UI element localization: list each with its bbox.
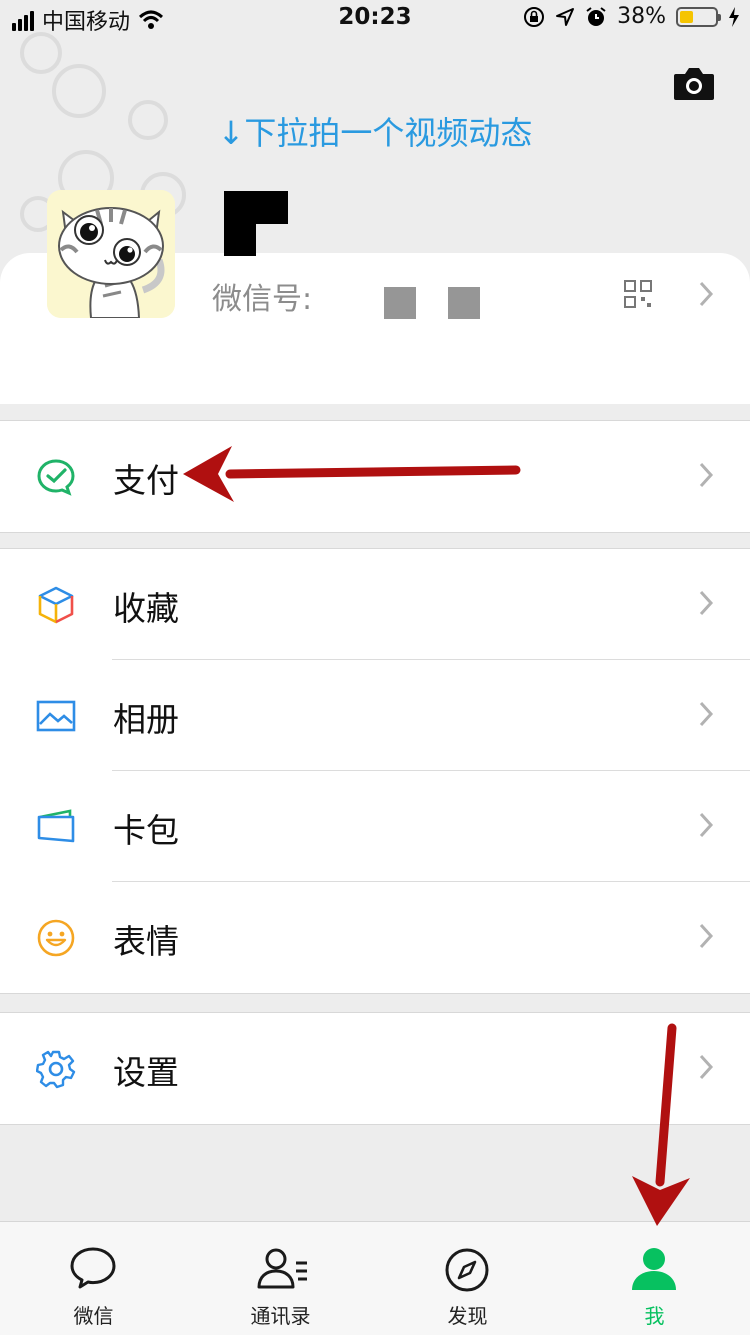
battery-percent: 38% [617,4,666,29]
chevron-right-icon [699,281,714,307]
cat-avatar-image [47,190,175,318]
chevron-right-icon [699,590,714,616]
menu-item-label: 表情 [113,922,179,961]
redacted-nickname [224,191,288,224]
smiley-icon [37,919,75,957]
contacts-icon [257,1248,307,1289]
menu-group-pay: 支付 [0,420,750,533]
redacted-wechat-id [384,287,416,319]
menu-item-label: 支付 [113,461,179,500]
menu-item-label: 相册 [113,700,179,739]
menu-item-album[interactable]: 相册 [0,660,750,771]
tab-bar: 微信 通讯录 发现 我 [0,1221,750,1335]
wechat-id-label: 微信号: [212,282,313,317]
battery-icon [676,6,721,27]
tab-label: 发现 [447,1304,488,1328]
camera-icon[interactable] [672,66,716,102]
avatar[interactable] [47,190,175,318]
person-icon [632,1248,676,1290]
album-icon [36,700,76,732]
tab-label: 通讯录 [250,1304,311,1328]
menu-item-settings[interactable]: 设置 [0,1013,750,1124]
menu-item-label: 卡包 [113,811,179,850]
tab-chats[interactable]: 微信 [0,1222,187,1335]
alarm-icon [586,6,606,26]
chevron-right-icon [699,462,714,488]
qr-code-icon[interactable] [623,279,653,309]
menu-item-favorites[interactable]: 收藏 [0,549,750,660]
gear-icon [36,1050,76,1089]
menu-group-settings: 设置 [0,1012,750,1125]
card-wallet-icon [37,809,75,843]
status-bar: 中国移动 20:23 38% [0,0,750,40]
tab-discover[interactable]: 发现 [374,1222,561,1335]
tab-label: 微信 [73,1304,114,1328]
compass-icon [445,1248,489,1292]
chevron-right-icon [699,923,714,949]
pull-down-hint: ↓下拉拍一个视频动态 [217,114,533,152]
rotation-lock-icon [524,6,545,27]
tab-contacts[interactable]: 通讯录 [187,1222,374,1335]
tab-label: 我 [644,1304,665,1328]
location-icon [556,7,575,26]
menu-group-main: 收藏 相册 卡包 表情 [0,548,750,994]
redacted-wechat-id [448,287,480,319]
chevron-right-icon [699,1054,714,1080]
charging-icon [729,6,739,27]
menu-item-pay[interactable]: 支付 [0,421,750,532]
menu-item-label: 收藏 [113,589,179,628]
menu-item-stickers[interactable]: 表情 [0,882,750,993]
wechat-pay-icon [37,459,75,496]
chevron-right-icon [699,701,714,727]
favorites-cube-icon [38,586,74,624]
decor-bubble [20,32,62,74]
chat-bubble-icon [70,1247,116,1289]
menu-item-label: 设置 [113,1053,179,1092]
menu-item-cards[interactable]: 卡包 [0,771,750,882]
chevron-right-icon [699,812,714,838]
redacted-nickname [224,224,256,256]
tab-me[interactable]: 我 [561,1222,748,1335]
